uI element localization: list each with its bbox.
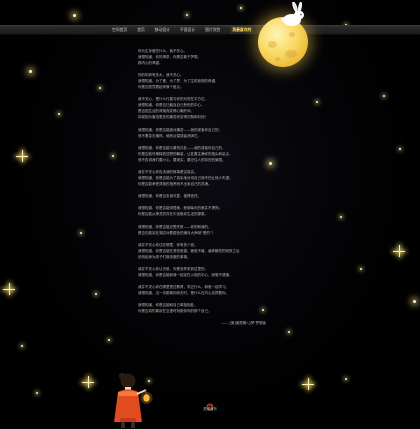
poem-line: 抑或因为害怕更多的痛苦而变得沉默和封闭！ <box>138 115 208 120</box>
poem-signature: —— [美]奥丽雅·山梦·梦想者 <box>221 321 266 326</box>
star <box>186 14 188 16</box>
poem-paragraph: 我想知道，你是否能忍受失败——你的和我的， 是否仍能站在湖边对着银色的满月大声喊… <box>138 224 288 236</box>
poem-line: 我想知道，你是否能和我一起站在火焰的中心，而毫不退缩。 <box>138 272 233 277</box>
poem-line: 依然起身为孩子们做该做的事情。 <box>138 254 191 259</box>
poem-paragraph: 我想知道，你是否忠诚可靠，值得信任。 <box>138 193 288 199</box>
nav-item-mobile-design[interactable]: 移动设计 <box>155 26 170 34</box>
star <box>36 392 38 394</box>
star <box>29 70 32 73</box>
star <box>345 378 347 380</box>
poem-paragraph: 我想知道，你是否能与喜悦共处——我的或者你自己的， 你是否能尽情释放狂野的舞姿，… <box>138 145 288 163</box>
rabbit-illustration <box>281 2 305 26</box>
poem-line: 我想知道，当一切都离你而去时，是什么在内心支撑着你。 <box>138 291 229 296</box>
star <box>240 7 242 9</box>
nav-menu: 空间首页 首页 移动设计 平面设计 图片欣赏 我最喜欢的 <box>112 26 254 34</box>
nav-item-graphic-design[interactable]: 平面设计 <box>180 26 195 34</box>
poem-paragraph: 我想知道，你是否能和自己单独相处， 你是否真的喜欢在空虚时刻陪伴你的那个自己。 <box>138 302 288 314</box>
sparkle-star <box>82 376 94 388</box>
poem-paragraph: 我并不关心你认识谁，你是怎样来到这里的。 我想知道，你是否能和我一起站在火焰的中… <box>138 266 288 278</box>
star <box>99 87 101 89</box>
moon-crater <box>268 41 277 48</box>
poem-line: 那内心的渴望。 <box>138 61 163 65</box>
poem-paragraph: 我不关心，是什么行星与你的月亮在平方位。 我想知道，你是否已触及自己悲伤的中心，… <box>138 96 288 120</box>
nav-item-gallery[interactable]: 图片欣赏 <box>205 26 220 34</box>
poem-line: 而不着急去掩饰，使其淡漠或者消弭它。 <box>138 133 201 138</box>
star <box>80 232 82 234</box>
poem-paragraph: 我想知道，你是否能面对痛苦——我的或者你自己的， 而不着急去掩饰，使其淡漠或者消… <box>138 127 288 139</box>
star <box>316 101 318 103</box>
star <box>112 155 114 157</box>
star <box>288 331 290 333</box>
poem-paragraph: 你为生存做些什么，我不关心。 我想知道，你的渴求，你是否敢于梦想。 那内心的渴望… <box>138 48 288 66</box>
star <box>108 339 110 341</box>
poem-paragraph: 你的年龄有多大，我不关心。 我想知道，为了爱，为了梦，为了生机勃勃的奇遇， 你是… <box>138 72 288 90</box>
poem-paragraph: 我并不关心你住在哪里，你有多少钱。 我想知道，你是否能在悲伤绝望、疲惫不堪、遍体… <box>138 242 288 260</box>
poem-line: 而不告诫我们要小心，要现实，要记住人的存在的局限。 <box>138 157 226 162</box>
star <box>383 95 385 97</box>
poem-line: 你是否能承受背叛的指责而不出卖自己的灵魂。 <box>138 181 212 186</box>
poem-paragraph: 我并不关心你在哪里受过教育，学过什么，和谁一起学习。 我想知道，当一切都离你而去… <box>138 284 288 296</box>
sparkle-star <box>302 378 314 390</box>
star <box>413 300 416 303</box>
girl-with-lantern-illustration <box>114 372 153 428</box>
star <box>58 113 60 115</box>
star <box>73 14 76 17</box>
star <box>399 148 401 150</box>
poem-line: 你是否能从神灵的存在中汲取你生活的源泉。 <box>138 212 208 217</box>
nav-item-home[interactable]: 首页 <box>137 26 145 34</box>
poem-paragraph: 我想知道，你是否能领悟美，即使每天的美并不漂亮； 你是否能从神灵的存在中汲取你生… <box>138 205 288 217</box>
poem-line: 你是否真的喜欢在空虚时刻陪伴你的那个自己。 <box>138 309 212 314</box>
star <box>95 293 97 295</box>
poem-paragraph: 我并不关心你告诉我的故事是否真实。 我想知道，你是否能为了真实地对待自己而不怕让… <box>138 169 288 187</box>
poem-line: 我想知道，你是否忠诚可靠，值得信任。 <box>138 194 201 199</box>
star <box>340 216 342 218</box>
poem-line: 是否仍能站在湖边对着银色的满月大声喊“是的”！ <box>138 230 216 235</box>
star <box>360 268 362 270</box>
nav-item-favorites[interactable]: 我最喜欢的 <box>230 26 254 34</box>
mute-music-button[interactable]: 关闭音乐 <box>198 407 222 412</box>
moon-crater <box>289 32 295 37</box>
top-navbar: 空间首页 首页 移动设计 平面设计 图片欣赏 我最喜欢的 <box>0 25 420 35</box>
poem-article: 你为生存做些什么，我不关心。 我想知道，你的渴求，你是否敢于梦想。 那内心的渴望… <box>138 48 288 326</box>
sparkle-star <box>16 150 28 162</box>
nav-item-space-home[interactable]: 空间首页 <box>112 26 127 34</box>
sparkle-star <box>393 245 405 257</box>
sparkle-star <box>3 283 15 295</box>
page-root: 空间首页 首页 移动设计 平面设计 图片欣赏 我最喜欢的 你为生存做些什么，我不… <box>0 0 420 429</box>
star <box>21 345 23 347</box>
poem-line: 你是否愿意看起来像个傻瓜。 <box>138 85 184 90</box>
